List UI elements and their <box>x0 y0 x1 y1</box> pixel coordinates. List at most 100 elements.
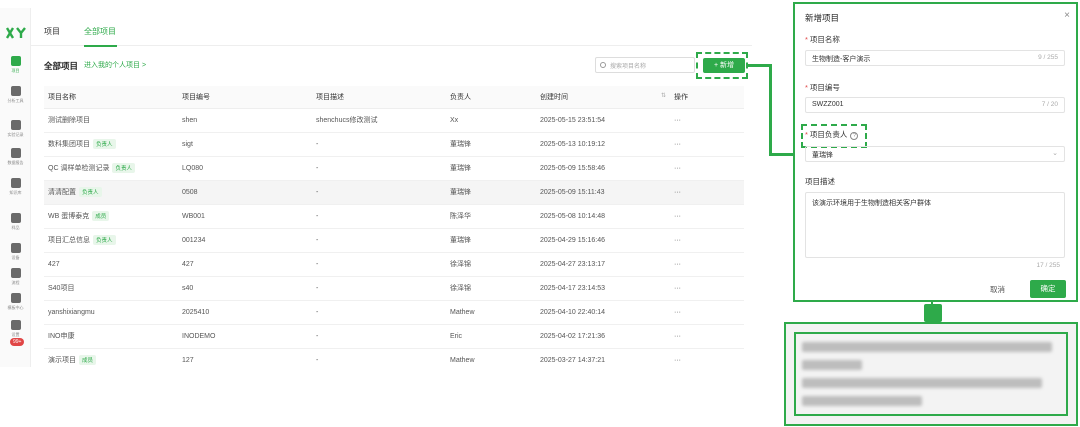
row-actions-menu[interactable]: ··· <box>670 156 744 181</box>
cell-desc-text: - <box>316 308 319 316</box>
row-actions-menu[interactable]: ··· <box>670 204 744 229</box>
cell-owner: 徐泽锦 <box>446 276 536 301</box>
close-icon[interactable]: × <box>1064 10 1070 21</box>
role-tag: 负责人 <box>79 187 102 197</box>
table-row[interactable]: S40项目 s40 - 徐泽锦 2025-04-17 23:14:53 ··· <box>44 276 744 301</box>
sidebar-item[interactable]: 分析工具 <box>0 86 31 103</box>
cell-name: 演示项目 成员 <box>44 348 178 367</box>
sidebar-item-label: 设置 <box>11 332 20 337</box>
cell-created-text: 2025-05-09 15:11:43 <box>540 188 605 196</box>
sidebar-item[interactable]: 知识库 <box>0 178 31 195</box>
cell-created-text: 2025-03-27 14:37:21 <box>540 356 605 364</box>
cell-code: s40 <box>178 276 312 301</box>
blurred-text <box>802 396 922 406</box>
row-actions-menu[interactable]: ··· <box>670 324 744 349</box>
sidebar-item[interactable]: 模板中心 <box>0 293 31 310</box>
cell-code: 2025410 <box>178 300 312 325</box>
active-tab-underline <box>84 45 117 47</box>
cell-created-text: 2025-05-08 10:14:48 <box>540 212 605 220</box>
description-value: 该演示环境用于生物制造相关客户群体 <box>812 200 931 207</box>
cancel-button[interactable]: 取消 <box>990 284 1005 295</box>
cell-code: 001234 <box>178 228 312 253</box>
cell-owner-text: Eric <box>450 332 463 340</box>
sidebar-item[interactable]: 数据报告 <box>0 148 31 165</box>
blurred-text <box>802 360 862 370</box>
table-row[interactable]: QC 调样单检测记录 负责人 LQ080 - 董瑞锋 2025-05-09 15:58:4… <box>44 156 744 181</box>
project-code-field[interactable]: SWZZ001 7 / 20 <box>805 97 1065 113</box>
project-name-field[interactable]: 生物制造-客户演示 9 / 255 <box>805 50 1065 66</box>
confirm-button[interactable]: 确定 <box>1030 280 1066 298</box>
cell-code-text: INODEMO <box>182 332 216 340</box>
sidebar-item[interactable]: 项目 <box>0 56 31 73</box>
col-name: 项目名称 <box>44 86 178 109</box>
table-row[interactable]: 演示项目 成员 127 - Mathew 2025-03-27 14:37:21 ··· <box>44 348 744 367</box>
sidebar-icon <box>10 148 21 158</box>
cell-desc: - <box>312 156 446 181</box>
row-actions-menu[interactable]: ··· <box>670 348 744 367</box>
cell-created-text: 2025-04-17 23:14:53 <box>540 284 605 292</box>
tab-all-projects[interactable]: 全部项目 <box>84 26 116 37</box>
table-row[interactable]: 数科集团项目 负责人 sigt - 董瑞锋 2025-05-13 10:19:12 ··· <box>44 132 744 157</box>
cell-code-text: 2025410 <box>182 308 210 316</box>
project-table: 项目名称 项目编号 项目描述 负责人 创建时间 ⇅ 操作 测试删除项目 shen sh… <box>44 86 744 367</box>
cell-name-text: QC 调样单检测记录 <box>48 165 110 172</box>
table-row[interactable]: 项目汇总信息 负责人 001234 - 董瑞锋 2025-04-29 15:16:46 ··… <box>44 228 744 253</box>
col-code: 项目编号 <box>178 86 312 109</box>
cell-owner: Mathew <box>446 348 536 367</box>
sidebar-item-label: 样品 <box>11 225 20 230</box>
row-actions-menu[interactable]: ··· <box>670 276 744 301</box>
top-tabs: 项目 全部项目 <box>31 8 752 47</box>
col-created[interactable]: 创建时间 ⇅ <box>536 86 670 109</box>
row-actions-menu[interactable]: ··· <box>670 300 744 325</box>
cell-code-text: WB001 <box>182 212 205 220</box>
cell-created: 2025-04-02 17:21:36 <box>536 324 670 349</box>
my-projects-link[interactable]: 进入我的个人项目 > <box>84 60 146 70</box>
sidebar-item[interactable]: 流程 <box>0 268 31 285</box>
sidebar-item[interactable]: 设备 <box>0 243 31 260</box>
cell-code: 127 <box>178 348 312 367</box>
page-title: 全部项目 <box>44 61 79 71</box>
sidebar-item[interactable]: 样品 <box>0 213 31 230</box>
highlight-add-button <box>696 52 748 79</box>
brand-logo <box>5 27 26 39</box>
col-owner: 负责人 <box>446 86 536 109</box>
table-row[interactable]: 427 427 - 徐泽锦 2025-04-27 23:13:17 ··· <box>44 252 744 277</box>
table-row[interactable]: 清清配置 负责人 0508 - 董瑞锋 2025-05-09 15:11:43 ··· <box>44 180 744 205</box>
search-input[interactable]: 搜索项目名称 <box>595 57 695 73</box>
cell-name: S40项目 <box>44 276 178 301</box>
sidebar-icon <box>10 320 21 330</box>
project-code-value: SWZZ001 <box>812 101 844 108</box>
row-actions-menu[interactable]: ··· <box>670 228 744 253</box>
new-project-dialog: 新增项目 × * 项目名称 生物制造-客户演示 9 / 255 * 项目编号 SWZ… <box>793 2 1078 302</box>
cell-owner-text: 董瑞锋 <box>450 237 471 244</box>
cell-desc: - <box>312 228 446 253</box>
row-actions-menu[interactable]: ··· <box>670 132 744 157</box>
sidebar-item[interactable]: 实验记录 <box>0 120 31 137</box>
role-tag: 负责人 <box>93 235 116 245</box>
table-row[interactable]: 测试删除项目 shen shenchucs修改测试 Xx 2025-05-15 23:5… <box>44 108 744 133</box>
row-actions-menu[interactable]: ··· <box>670 180 744 205</box>
cell-code: LQ080 <box>178 156 312 181</box>
sort-icon[interactable]: ⇅ <box>661 92 666 99</box>
cell-owner: Eric <box>446 324 536 349</box>
cell-name: 测试删除项目 <box>44 108 178 133</box>
table-row[interactable]: yanshixiangmu 2025410 - Mathew 2025-04-10 22… <box>44 300 744 325</box>
sidebar-item-label: 知识库 <box>9 190 22 195</box>
owner-select[interactable]: 董瑞锋 ⌄ <box>805 146 1065 162</box>
row-actions-menu[interactable]: ··· <box>670 252 744 277</box>
cell-desc: - <box>312 132 446 157</box>
notification-badge: 99+ <box>10 338 25 346</box>
sidebar-item[interactable]: 设置 <box>0 320 31 337</box>
cell-code-text: 127 <box>182 356 194 364</box>
cell-desc-text: - <box>316 164 319 172</box>
cell-created: 2025-04-27 23:13:17 <box>536 252 670 277</box>
description-textarea[interactable]: 该演示环境用于生物制造相关客户群体 17 / 255 <box>805 192 1065 269</box>
row-actions-menu[interactable]: ··· <box>670 108 744 133</box>
chevron-down-icon: ⌄ <box>1052 150 1058 157</box>
cell-desc: shenchucs修改测试 <box>312 108 446 133</box>
search-icon <box>600 62 606 68</box>
table-row[interactable]: INO申康 INODEMO - Eric 2025-04-02 17:21:36 ··· <box>44 324 744 349</box>
tab-projects[interactable]: 项目 <box>44 26 60 37</box>
col-created-label: 创建时间 <box>540 93 568 101</box>
table-row[interactable]: WB 蛋博泰克 成员 WB001 - 陈泽华 2025-05-08 10:14:48 ··· <box>44 204 744 229</box>
